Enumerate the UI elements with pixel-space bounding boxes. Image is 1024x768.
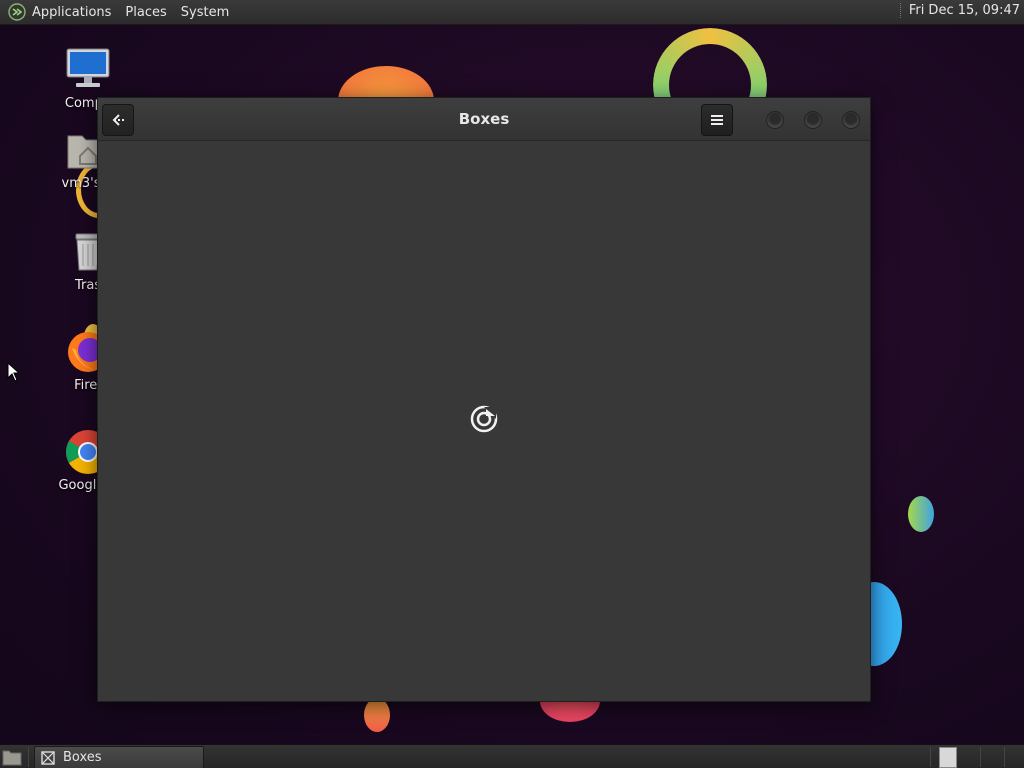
back-arrow-icon [112, 114, 124, 126]
boxes-window: Boxes [97, 97, 871, 702]
panel-separator [28, 747, 29, 767]
applications-menu[interactable]: Applications [32, 5, 111, 20]
panel-separator [980, 747, 981, 767]
taskbar-button-boxes[interactable]: Boxes [34, 746, 204, 768]
mouse-cursor-icon [7, 362, 19, 382]
close-button[interactable] [842, 111, 860, 129]
menu-button[interactable] [701, 104, 733, 136]
bottom-panel: Boxes [0, 744, 1024, 768]
wallpaper-teal-blob [908, 496, 934, 532]
show-desktop-icon[interactable] [2, 748, 22, 766]
mate-logo-icon[interactable] [8, 3, 26, 21]
window-title: Boxes [458, 110, 510, 128]
places-menu[interactable]: Places [125, 5, 166, 20]
back-button[interactable] [102, 104, 134, 136]
top-panel: Applications Places System Fri Dec 15, 0… [0, 0, 1024, 25]
desktop-screen: Applications Places System Fri Dec 15, 0… [0, 0, 1024, 768]
loading-spinner-icon [470, 405, 498, 433]
taskbar-button-label: Boxes [63, 750, 102, 765]
workspace-switcher-1[interactable] [939, 747, 957, 768]
maximize-button[interactable] [804, 111, 822, 129]
wallpaper-orange-small-blob [364, 698, 390, 732]
panel-separator [930, 747, 931, 767]
window-content [98, 141, 870, 701]
minimize-button[interactable] [766, 111, 784, 129]
window-titlebar[interactable]: Boxes [98, 98, 870, 141]
computer-icon [64, 46, 112, 94]
clock[interactable]: Fri Dec 15, 09:47 [899, 3, 1020, 18]
hamburger-menu-icon [711, 115, 723, 125]
panel-separator [1004, 747, 1005, 767]
system-menu[interactable]: System [181, 5, 229, 20]
boxes-app-icon [41, 750, 55, 765]
